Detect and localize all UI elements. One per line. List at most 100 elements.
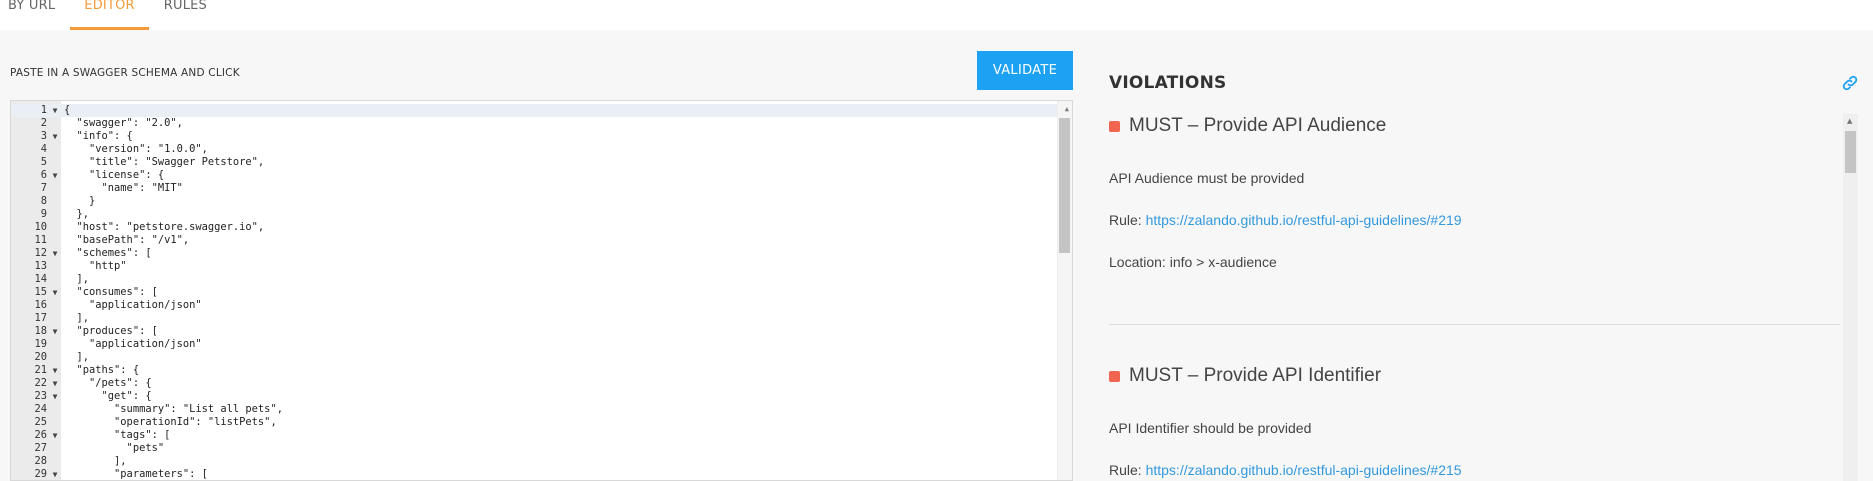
code-line[interactable]: 9 }, — [11, 208, 1061, 221]
code-line[interactable]: 27 "pets" — [11, 442, 1061, 455]
code-line[interactable]: 15 ▼ "consumes": [ — [11, 286, 1061, 299]
rule-link[interactable]: https://zalando.github.io/restful-api-gu… — [1146, 212, 1462, 228]
code-line[interactable]: 25 "operationId": "listPets", — [11, 416, 1061, 429]
editor-scrollbar[interactable]: ▲ — [1057, 101, 1072, 480]
line-number: 10 — [34, 221, 47, 233]
code-line[interactable]: 2 "swagger": "2.0", — [11, 117, 1061, 130]
line-number: 23 — [34, 390, 47, 402]
code-text: "produces": [ — [64, 325, 158, 337]
fold-arrow-icon[interactable]: ▼ — [50, 130, 60, 143]
code-line[interactable]: 13 "http" — [11, 260, 1061, 273]
line-number: 13 — [34, 260, 47, 272]
violations-heading: VIOLATIONS — [1109, 73, 1227, 93]
code-line[interactable]: 1 ▼ { — [11, 104, 1061, 117]
line-number: 15 — [34, 286, 47, 298]
code-line[interactable]: 28 ], — [11, 455, 1061, 468]
violation-location: Location: info > x-audience — [1109, 254, 1277, 270]
fold-arrow-icon[interactable]: ▼ — [50, 325, 60, 338]
line-number: 12 — [34, 247, 47, 259]
line-number: 28 — [34, 455, 47, 467]
code-line[interactable]: 10 "host": "petstore.swagger.io", — [11, 221, 1061, 234]
fold-arrow-icon[interactable]: ▼ — [50, 429, 60, 442]
code-text: "application/json" — [64, 338, 202, 350]
code-line[interactable]: 26 ▼ "tags": [ — [11, 429, 1061, 442]
code-text: ], — [64, 273, 90, 285]
code-line[interactable]: 23 ▼ "get": { — [11, 390, 1061, 403]
line-number: 17 — [34, 312, 47, 324]
code-text: "title": "Swagger Petstore", — [64, 156, 265, 168]
tab-rules[interactable]: RULES — [151, 0, 220, 30]
code-line[interactable]: 7 "name": "MIT" — [11, 182, 1061, 195]
fold-arrow-icon[interactable]: ▼ — [50, 104, 60, 117]
line-number: 8 — [40, 195, 47, 207]
line-number: 1 — [40, 104, 47, 116]
line-number: 4 — [40, 143, 47, 155]
violation-description: API Identifier should be provided — [1109, 420, 1312, 436]
code-line[interactable]: 20 ], — [11, 351, 1061, 364]
fold-arrow-icon[interactable]: ▼ — [50, 468, 60, 480]
schema-editor[interactable]: 1 ▼{2 "swagger": "2.0", 3 ▼ "info": {4 "ver… — [10, 100, 1073, 481]
severity-bullet-icon — [1109, 370, 1120, 382]
line-number: 21 — [34, 364, 47, 376]
violation-title: MUST – Provide API Identifier — [1129, 365, 1382, 386]
code-text: "tags": [ — [64, 429, 171, 441]
code-line[interactable]: 12 ▼ "schemes": [ — [11, 247, 1061, 260]
violations-scroll-thumb[interactable] — [1845, 131, 1856, 173]
code-line[interactable]: 29 ▼ "parameters": [ — [11, 468, 1061, 480]
editor-scroll-thumb[interactable] — [1059, 118, 1070, 253]
fold-arrow-icon[interactable]: ▼ — [50, 390, 60, 403]
line-number: 22 — [34, 377, 47, 389]
fold-arrow-icon[interactable]: ▼ — [50, 169, 60, 182]
validate-button[interactable]: VALIDATE — [977, 51, 1073, 90]
tab-by-url[interactable]: BY URL — [0, 0, 68, 30]
severity-bullet-icon — [1109, 120, 1120, 132]
code-text: "summary": "List all pets", — [64, 403, 283, 415]
code-text: ], — [64, 455, 127, 467]
code-line[interactable]: 5 "title": "Swagger Petstore", — [11, 156, 1061, 169]
code-line[interactable]: 21 ▼ "paths": { — [11, 364, 1061, 377]
code-text: "paths": { — [64, 364, 140, 376]
scroll-up-arrow-icon[interactable]: ▲ — [1065, 105, 1069, 113]
tab-editor[interactable]: EDITOR — [70, 0, 149, 30]
code-text: "operationId": "listPets", — [64, 416, 277, 428]
code-text: "info": { — [64, 130, 133, 142]
paste-instruction-label: PASTE IN A SWAGGER SCHEMA AND CLICK — [10, 67, 240, 79]
code-line[interactable]: 22 ▼ "/pets": { — [11, 377, 1061, 390]
code-line[interactable]: 19 "application/json" — [11, 338, 1061, 351]
code-line[interactable]: 4 "version": "1.0.0", — [11, 143, 1061, 156]
rule-link[interactable]: https://zalando.github.io/restful-api-gu… — [1146, 462, 1462, 478]
code-line[interactable]: 14 ], — [11, 273, 1061, 286]
code-text: "swagger": "2.0", — [64, 117, 183, 129]
fold-arrow-icon[interactable]: ▼ — [50, 286, 60, 299]
code-line[interactable]: 16 "application/json" — [11, 299, 1061, 312]
code-text: "version": "1.0.0", — [64, 143, 208, 155]
code-line[interactable]: 8 } — [11, 195, 1061, 208]
line-number: 3 — [40, 130, 47, 142]
code-line[interactable]: 24 "summary": "List all pets", — [11, 403, 1061, 416]
code-line[interactable]: 11 "basePath": "/v1", — [11, 234, 1061, 247]
violation-title: MUST – Provide API Audience — [1129, 115, 1387, 136]
code-line[interactable]: 18 ▼ "produces": [ — [11, 325, 1061, 338]
scroll-up-arrow-icon[interactable]: ▲ — [1847, 117, 1852, 125]
code-line[interactable]: 6 ▼ "license": { — [11, 169, 1061, 182]
fold-arrow-icon[interactable]: ▼ — [50, 364, 60, 377]
code-text: "http" — [64, 260, 127, 272]
code-text: "get": { — [64, 390, 152, 402]
code-text: "host": "petstore.swagger.io", — [64, 221, 265, 233]
line-number: 6 — [40, 169, 47, 181]
line-number: 11 — [34, 234, 47, 246]
code-line[interactable]: 17 ], — [11, 312, 1061, 325]
line-number: 29 — [34, 468, 47, 480]
code-text: } — [64, 195, 96, 207]
code-line[interactable]: 3 ▼ "info": { — [11, 130, 1061, 143]
violation-divider — [1109, 324, 1840, 325]
code-text: "pets" — [64, 442, 165, 454]
link-icon[interactable] — [1841, 74, 1859, 92]
fold-arrow-icon[interactable]: ▼ — [50, 247, 60, 260]
code-text: ], — [64, 312, 90, 324]
code-text: ], — [64, 351, 90, 363]
line-number: 16 — [34, 299, 47, 311]
code-text: "basePath": "/v1", — [64, 234, 190, 246]
line-number: 20 — [34, 351, 47, 363]
fold-arrow-icon[interactable]: ▼ — [50, 377, 60, 390]
